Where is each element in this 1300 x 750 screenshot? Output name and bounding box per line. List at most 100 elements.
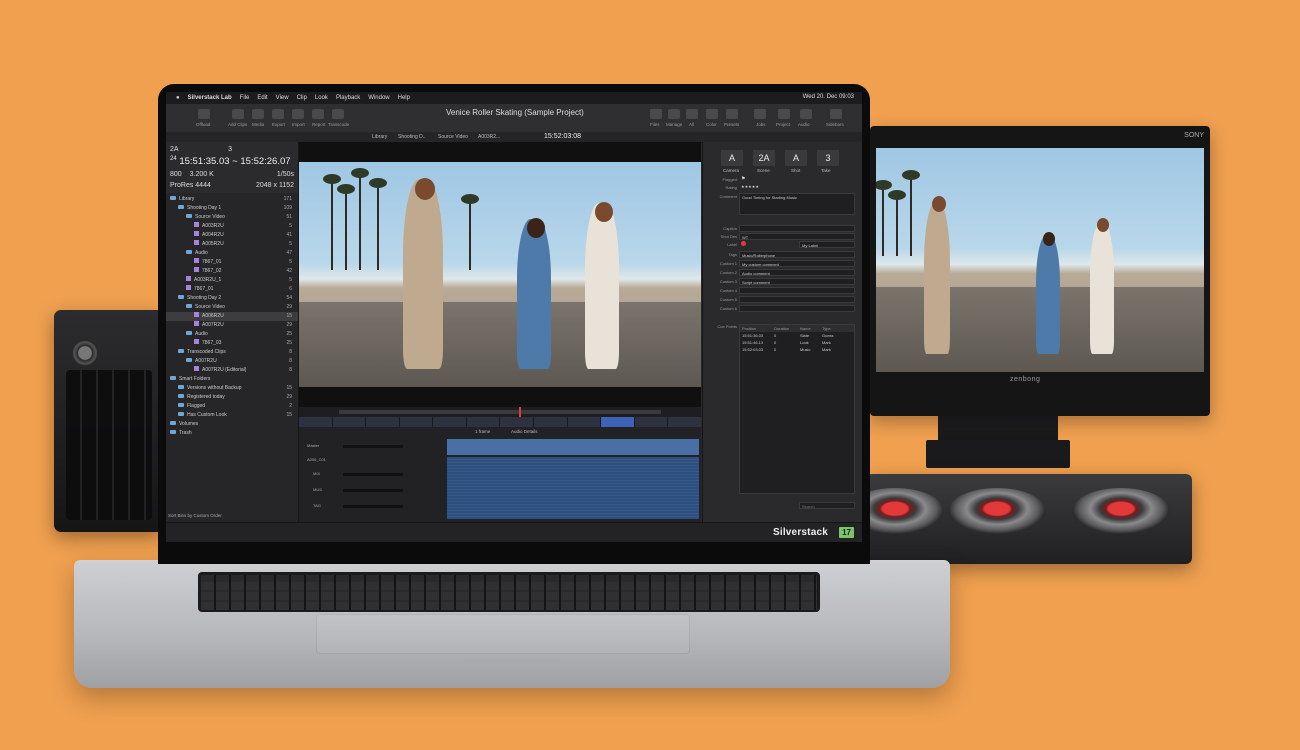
cue-points-table[interactable]: Position Duration Name Type 15:51:36.03 0… xyxy=(739,324,855,494)
breadcrumb-0[interactable]: Library xyxy=(372,134,387,140)
label-color-dot[interactable] xyxy=(741,241,746,246)
menu-item-file[interactable]: File xyxy=(240,95,250,101)
volume-slider-mus[interactable] xyxy=(343,489,403,492)
menu-app-name[interactable]: Silverstack Lab xyxy=(188,95,232,101)
cue-search-input[interactable]: Search xyxy=(799,502,855,509)
custom-field-input[interactable]: Script comment xyxy=(739,278,855,285)
report-button[interactable] xyxy=(312,109,324,119)
library-tree-item[interactable]: Transcoded Clips 8 xyxy=(166,348,298,357)
volume-slider-master[interactable] xyxy=(343,445,403,448)
library-tree-item[interactable]: Versions without Backup 15 xyxy=(166,384,298,393)
audio-waveform[interactable] xyxy=(447,457,699,519)
cue-point-row[interactable]: 15:51:46.13 0 Look Mark xyxy=(740,339,854,346)
menu-clock[interactable]: Wed 20. Dec 09:03 xyxy=(803,94,854,100)
menu-item-playback[interactable]: Playback xyxy=(336,95,360,101)
project-button[interactable] xyxy=(778,109,790,119)
library-tree-item[interactable]: A007R2U 29 xyxy=(166,321,298,330)
media-button[interactable] xyxy=(252,109,264,119)
library-tree-item[interactable]: A006R2U 15 xyxy=(166,312,298,321)
all-button[interactable] xyxy=(686,109,698,119)
library-tree-item[interactable]: Source Video 51 xyxy=(166,213,298,222)
library-tree-item[interactable]: A003R2U_1 5 xyxy=(166,276,298,285)
custom-field-input[interactable] xyxy=(739,296,855,303)
library-tree-item[interactable]: Has Custom Look 15 xyxy=(166,411,298,420)
library-tree-item[interactable]: Source Video 29 xyxy=(166,303,298,312)
menu-item-help[interactable]: Help xyxy=(398,95,410,101)
comment-field[interactable]: Good Timing for Starting Music xyxy=(739,193,855,215)
library-tree-item[interactable]: A004R2U 41 xyxy=(166,231,298,240)
cue-point-row[interactable]: 15:52:03.03 0 Music Mark xyxy=(740,346,854,353)
apple-icon[interactable]: ● xyxy=(176,95,180,101)
library-tree-item[interactable]: Shooting Day 2 54 xyxy=(166,294,298,303)
presets-button[interactable] xyxy=(726,109,738,119)
library-tree-item[interactable]: Trash xyxy=(166,429,298,438)
library-tree-item[interactable]: Flagged 2 xyxy=(166,402,298,411)
export-button[interactable] xyxy=(272,109,284,119)
shot-field[interactable]: A xyxy=(785,150,807,166)
library-tree-item[interactable]: A003R2U 5 xyxy=(166,222,298,231)
custom-field-label: Custom 1 xyxy=(719,261,737,266)
menu-item-view[interactable]: View xyxy=(276,95,289,101)
shot-description-label: Shot Des xyxy=(720,234,737,239)
trackpad[interactable] xyxy=(316,614,690,654)
menu-item-window[interactable]: Window xyxy=(368,95,389,101)
audio-button[interactable] xyxy=(800,109,812,119)
cue-header-position: Position xyxy=(742,326,757,331)
audio-details-button[interactable]: Audio Details xyxy=(511,429,538,434)
breadcrumb-1[interactable]: Shooting D.. xyxy=(398,134,426,140)
menu-item-look[interactable]: Look xyxy=(315,95,328,101)
cue-point-row[interactable]: 15:51:36.03 0 Slate Guess xyxy=(740,332,854,339)
shot-description-field[interactable]: WT xyxy=(739,233,855,240)
import-button[interactable] xyxy=(292,109,304,119)
volume-slider-tag[interactable] xyxy=(343,505,403,508)
menu-item-edit[interactable]: Edit xyxy=(257,95,267,101)
resolution-value: 2048 x 1152 xyxy=(255,182,294,189)
library-tree-item[interactable]: 7867_02 42 xyxy=(166,267,298,276)
library-tree-item[interactable]: Registered today 29 xyxy=(166,393,298,402)
library-tree-item[interactable]: Library 171 xyxy=(166,195,298,204)
library-tree-item[interactable]: Audio 25 xyxy=(166,330,298,339)
offload-button[interactable] xyxy=(198,109,210,119)
tags-field[interactable]: Music/Rollerphone xyxy=(739,251,855,258)
files-button[interactable] xyxy=(650,109,662,119)
color-button[interactable] xyxy=(706,109,718,119)
library-tree-item[interactable]: Audio 47 xyxy=(166,249,298,258)
library-tree-item[interactable]: 7867_01 5 xyxy=(166,258,298,267)
volume-slider-mix[interactable] xyxy=(343,473,403,476)
library-tree-item[interactable]: Volumes xyxy=(166,420,298,429)
library-tree-item[interactable]: Smart Folders xyxy=(166,375,298,384)
custom-field-input[interactable] xyxy=(739,305,855,312)
library-tree-item[interactable]: 7867_03 25 xyxy=(166,339,298,348)
trackball-center xyxy=(948,488,1046,534)
library-tree-item[interactable]: Shooting Day 1 109 xyxy=(166,204,298,213)
manage-button[interactable] xyxy=(668,109,680,119)
sort-bins-label[interactable]: Sort Bins by Custom Order xyxy=(168,513,222,518)
library-tree-item[interactable]: A005R2U 5 xyxy=(166,240,298,249)
breadcrumb-2[interactable]: Source Video xyxy=(438,134,468,140)
video-player[interactable] xyxy=(299,142,701,407)
rating-stars[interactable]: ★★★★★ xyxy=(741,184,759,189)
library-tree-item[interactable]: A007R2U 8 xyxy=(166,357,298,366)
camera-field[interactable]: A xyxy=(721,150,743,166)
scrubber-bar[interactable] xyxy=(299,407,701,417)
take-field[interactable]: 3 xyxy=(817,150,839,166)
flag-icon[interactable]: ⚑ xyxy=(741,176,745,182)
custom-field-input[interactable]: Audio comment xyxy=(739,269,855,276)
breadcrumb-3[interactable]: A003R2... xyxy=(478,134,500,140)
custom-field-input[interactable]: My custom comment xyxy=(739,260,855,267)
label-select[interactable]: My Label xyxy=(799,241,855,248)
jobs-button[interactable] xyxy=(754,109,766,119)
menu-item-clip[interactable]: Clip xyxy=(297,95,307,101)
caption-field[interactable] xyxy=(739,225,855,232)
add-clips-button[interactable] xyxy=(232,109,244,119)
scene-field[interactable]: 2A xyxy=(753,150,775,166)
library-tree-item[interactable]: A007R2U (Editorial) 8 xyxy=(166,366,298,375)
playhead[interactable] xyxy=(519,407,521,417)
clip-strip[interactable] xyxy=(299,417,701,427)
sidebars-button[interactable] xyxy=(830,109,842,119)
tree-item-count: 171 xyxy=(283,196,292,202)
library-tree-item[interactable]: 7867_01 6 xyxy=(166,285,298,294)
audio-frame-dropdown[interactable]: 1 frame xyxy=(475,429,490,434)
transcode-button[interactable] xyxy=(332,109,344,119)
custom-field-input[interactable] xyxy=(739,287,855,294)
